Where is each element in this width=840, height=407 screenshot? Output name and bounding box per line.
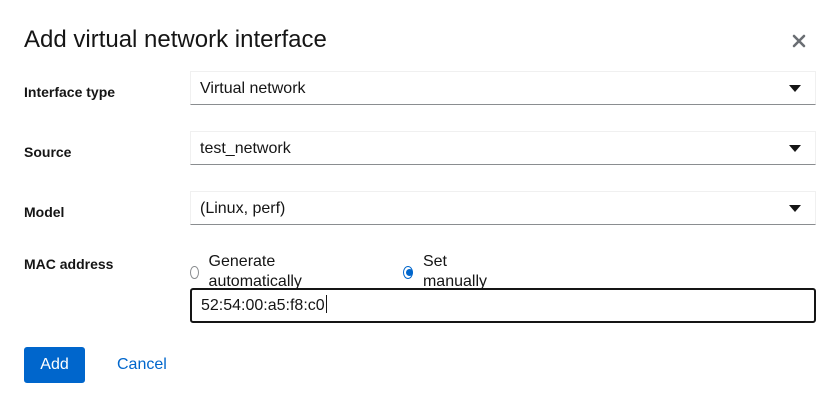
dialog-title: Add virtual network interface <box>24 26 327 53</box>
caret-down-icon <box>789 205 801 212</box>
mac-address-label: MAC address <box>24 256 114 272</box>
set-manually-label: Set manually <box>422 253 487 290</box>
model-select[interactable]: (Linux, perf) <box>190 191 816 225</box>
model-value: (Linux, perf) <box>200 200 286 217</box>
source-label: Source <box>24 144 72 160</box>
radio-checked-icon <box>403 265 413 279</box>
set-manually-radio[interactable]: Set manually <box>403 252 490 292</box>
caret-down-icon <box>789 145 801 152</box>
radio-unchecked-icon <box>190 265 199 279</box>
add-button[interactable]: Add <box>24 347 85 383</box>
source-select[interactable]: test_network <box>190 131 816 165</box>
mac-address-input[interactable]: 52:54:00:a5:f8:c0 <box>190 288 816 323</box>
generate-automatically-radio[interactable]: Generate automatically <box>190 252 306 292</box>
text-cursor <box>325 295 327 313</box>
caret-down-icon <box>789 85 801 92</box>
interface-type-select[interactable]: Virtual network <box>190 71 816 105</box>
interface-type-value: Virtual network <box>200 80 306 97</box>
source-value: test_network <box>200 140 291 157</box>
mac-address-value: 52:54:00:a5:f8:c0 <box>201 297 325 314</box>
generate-automatically-label: Generate automatically <box>208 253 302 290</box>
close-icon <box>792 34 806 48</box>
cancel-button[interactable]: Cancel <box>106 347 178 383</box>
model-label: Model <box>24 204 65 220</box>
close-button[interactable] <box>790 32 808 50</box>
interface-type-label: Interface type <box>24 84 116 100</box>
